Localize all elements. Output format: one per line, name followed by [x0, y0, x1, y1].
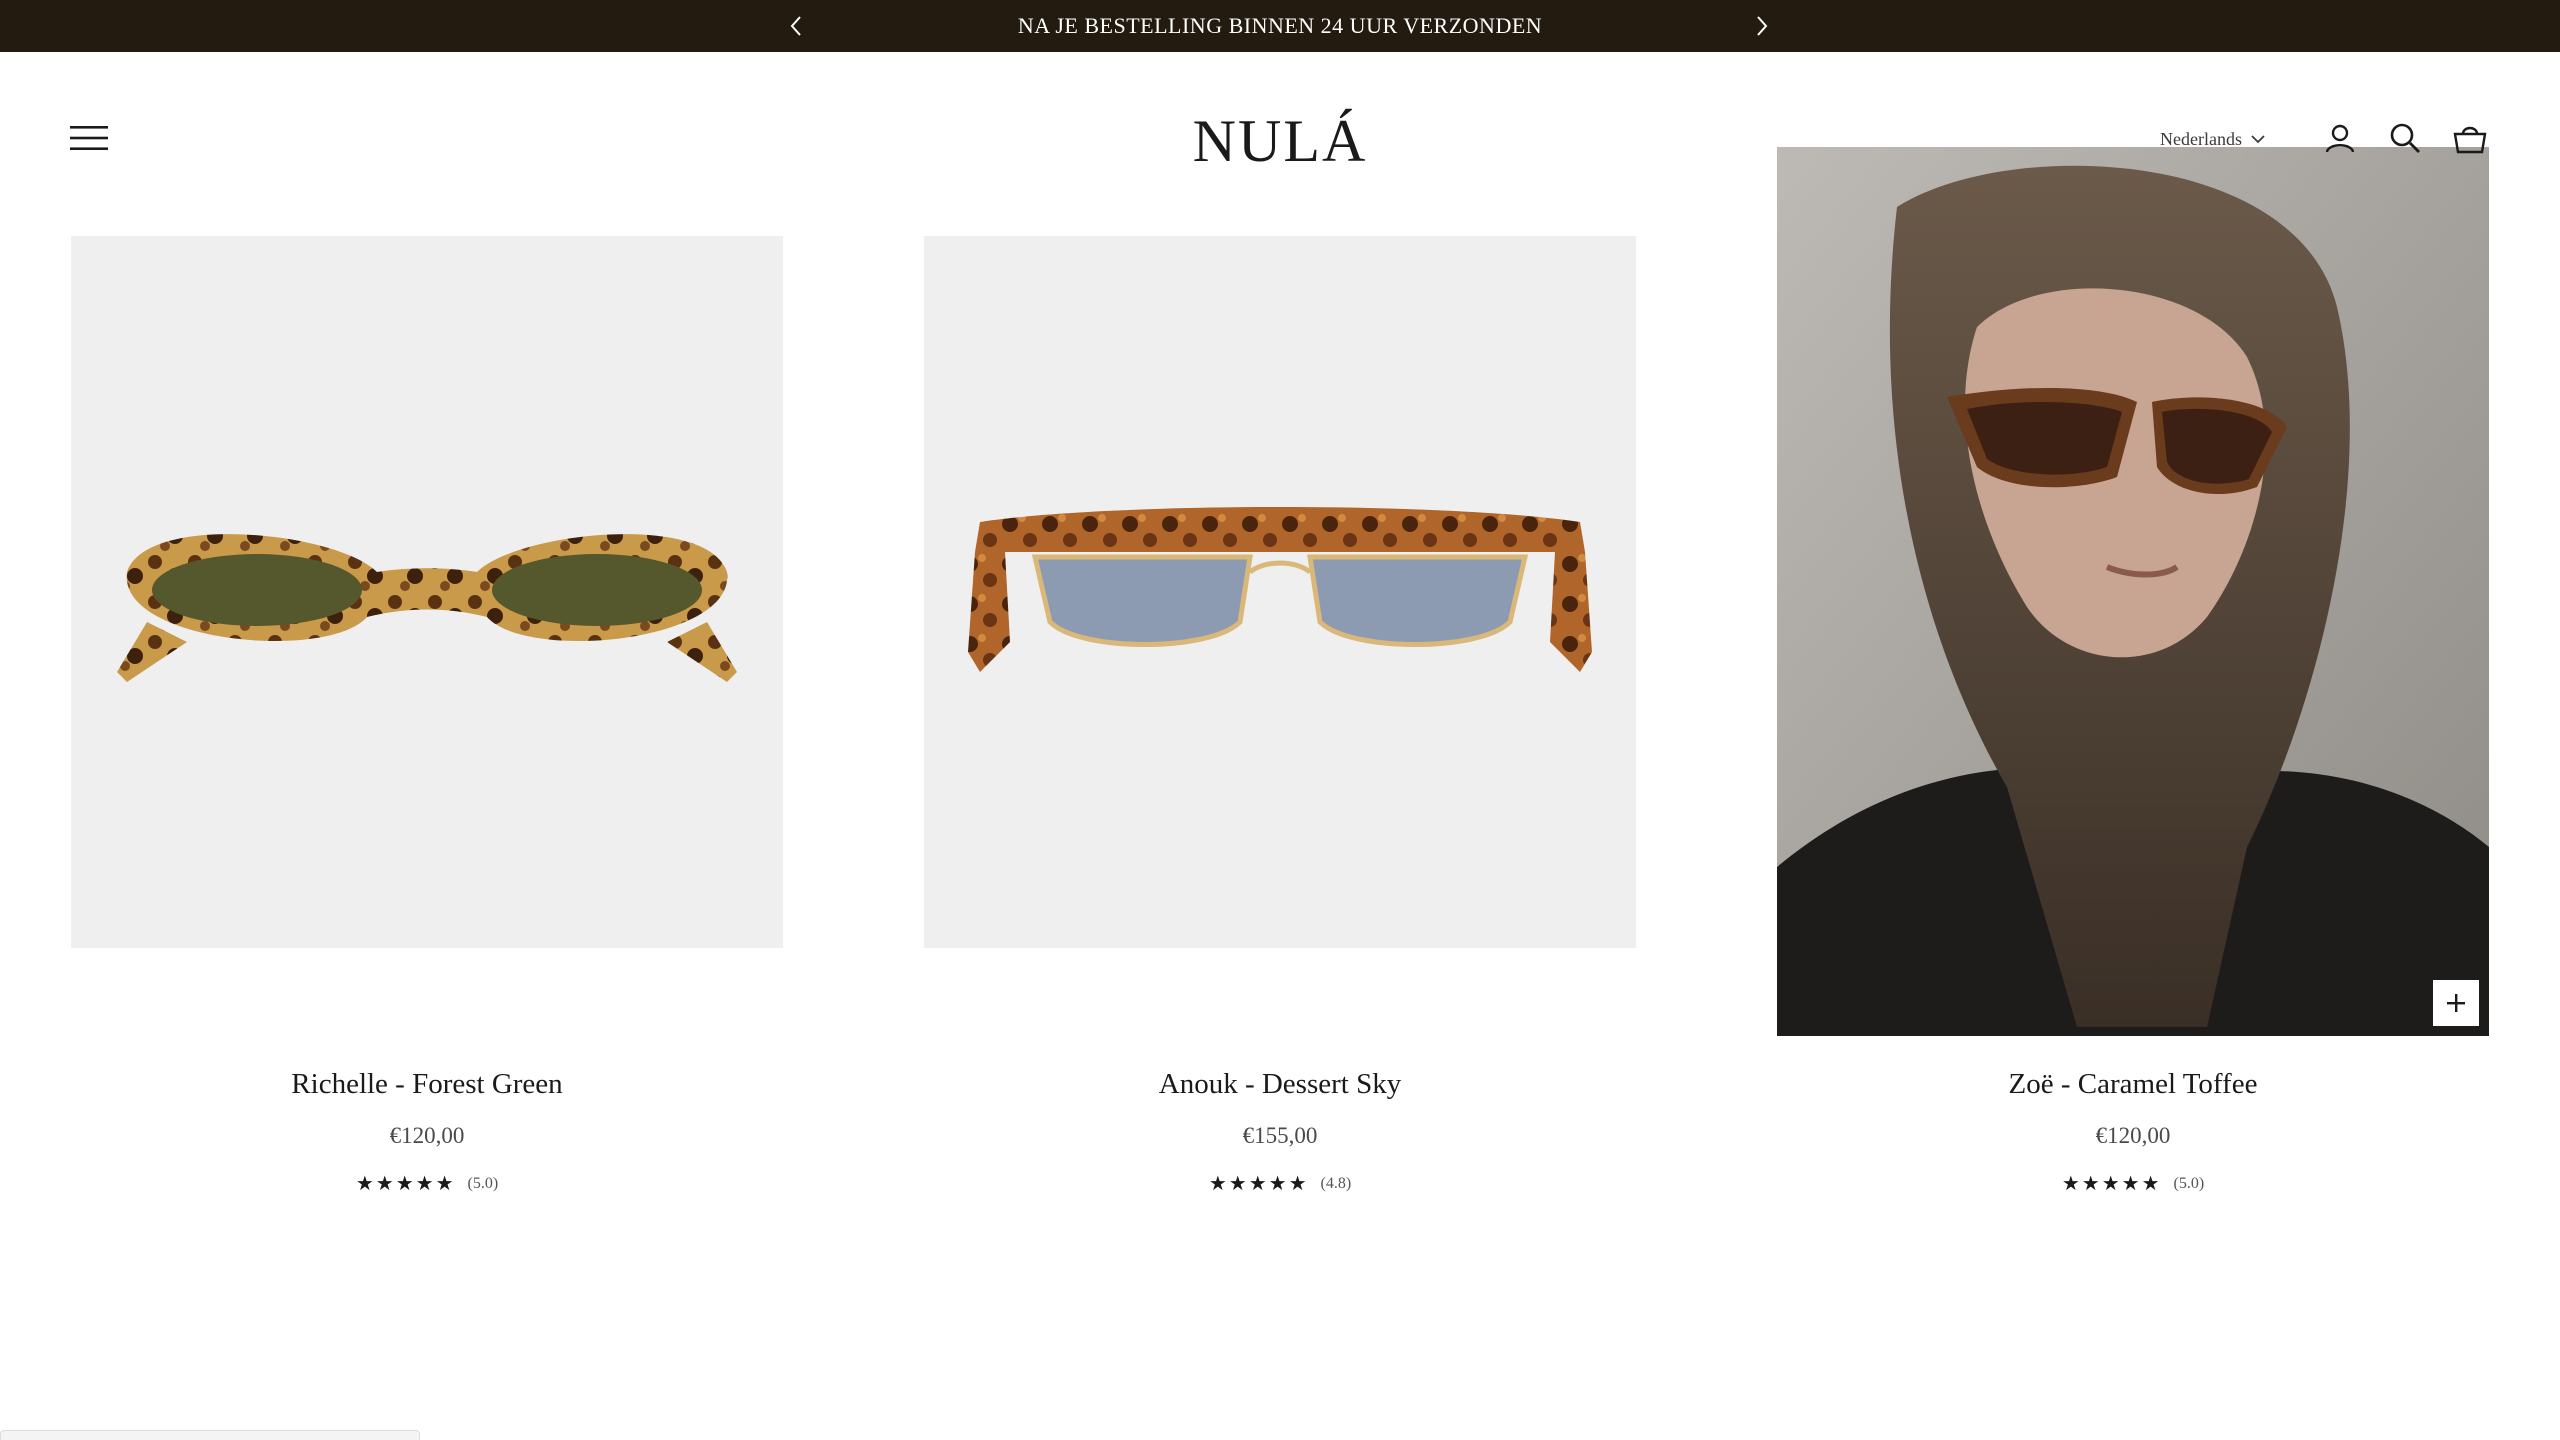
rating-value: (4.8): [1320, 1174, 1352, 1192]
announcement-next-button[interactable]: [1736, 0, 1788, 52]
product-rating: ★★★★★ (5.0): [71, 1171, 783, 1196]
account-button[interactable]: [2320, 118, 2360, 158]
chevron-down-icon: [2251, 135, 2265, 144]
announcement-prev-button[interactable]: [770, 0, 822, 52]
product-rating: ★★★★★ (4.8): [924, 1171, 1636, 1196]
rating-value: (5.0): [467, 1174, 499, 1192]
language-selector[interactable]: Nederlands: [2160, 122, 2266, 156]
announcement-text: NA JE BESTELLING BINNEN 24 UUR VERZONDEN: [1017, 13, 1543, 38]
announcement-bar: NA JE BESTELLING BINNEN 24 UUR VERZONDEN: [0, 0, 2560, 52]
star-rating-icons: ★★★★★: [2061, 1173, 2162, 1195]
product-price: €120,00: [389, 1123, 465, 1148]
menu-button[interactable]: [66, 118, 112, 158]
chevron-left-icon: [790, 16, 801, 36]
browser-status-bar: [0, 1430, 420, 1440]
model-photo-image: [1777, 147, 2489, 1036]
quick-add-button[interactable]: [2433, 980, 2479, 1026]
sunglasses-image: [968, 507, 1592, 672]
product-info: Anouk - Dessert Sky €155,00 ★★★★★ (4.8): [924, 1068, 1636, 1196]
product-price: €120,00: [2095, 1123, 2171, 1148]
sunglasses-image: [117, 534, 737, 682]
product-title[interactable]: Richelle - Forest Green: [71, 1068, 783, 1101]
star-rating-icons: ★★★★★: [355, 1173, 456, 1195]
chevron-right-icon: [1757, 16, 1768, 36]
search-icon: [2390, 123, 2420, 153]
hamburger-menu-icon: [70, 126, 108, 150]
product-info: Richelle - Forest Green €120,00 ★★★★★ (5…: [71, 1068, 783, 1196]
language-label: Nederlands: [2160, 128, 2242, 149]
product-price: €155,00: [1242, 1123, 1318, 1148]
cart-icon: [2453, 126, 2487, 154]
product-card[interactable]: Richelle - Forest Green €120,00 ★★★★★ (5…: [71, 236, 783, 1195]
product-title[interactable]: Anouk - Dessert Sky: [924, 1068, 1636, 1101]
site-logo[interactable]: NULÁ: [1180, 106, 1380, 176]
product-image[interactable]: [1777, 147, 2489, 1036]
rating-value: (5.0): [2173, 1174, 2205, 1192]
plus-icon: [2447, 994, 2465, 1012]
product-info: Zoë - Caramel Toffee €120,00 ★★★★★ (5.0): [1777, 1068, 2489, 1196]
product-title[interactable]: Zoë - Caramel Toffee: [1777, 1068, 2489, 1101]
account-icon: [2325, 124, 2355, 153]
cart-button[interactable]: [2450, 118, 2490, 158]
product-rating: ★★★★★ (5.0): [1777, 1171, 2489, 1196]
product-image[interactable]: [71, 236, 783, 948]
product-card[interactable]: Anouk - Dessert Sky €155,00 ★★★★★ (4.8): [924, 236, 1636, 1195]
star-rating-icons: ★★★★★: [1208, 1173, 1309, 1195]
search-button[interactable]: [2385, 118, 2425, 158]
product-image[interactable]: [924, 236, 1636, 948]
